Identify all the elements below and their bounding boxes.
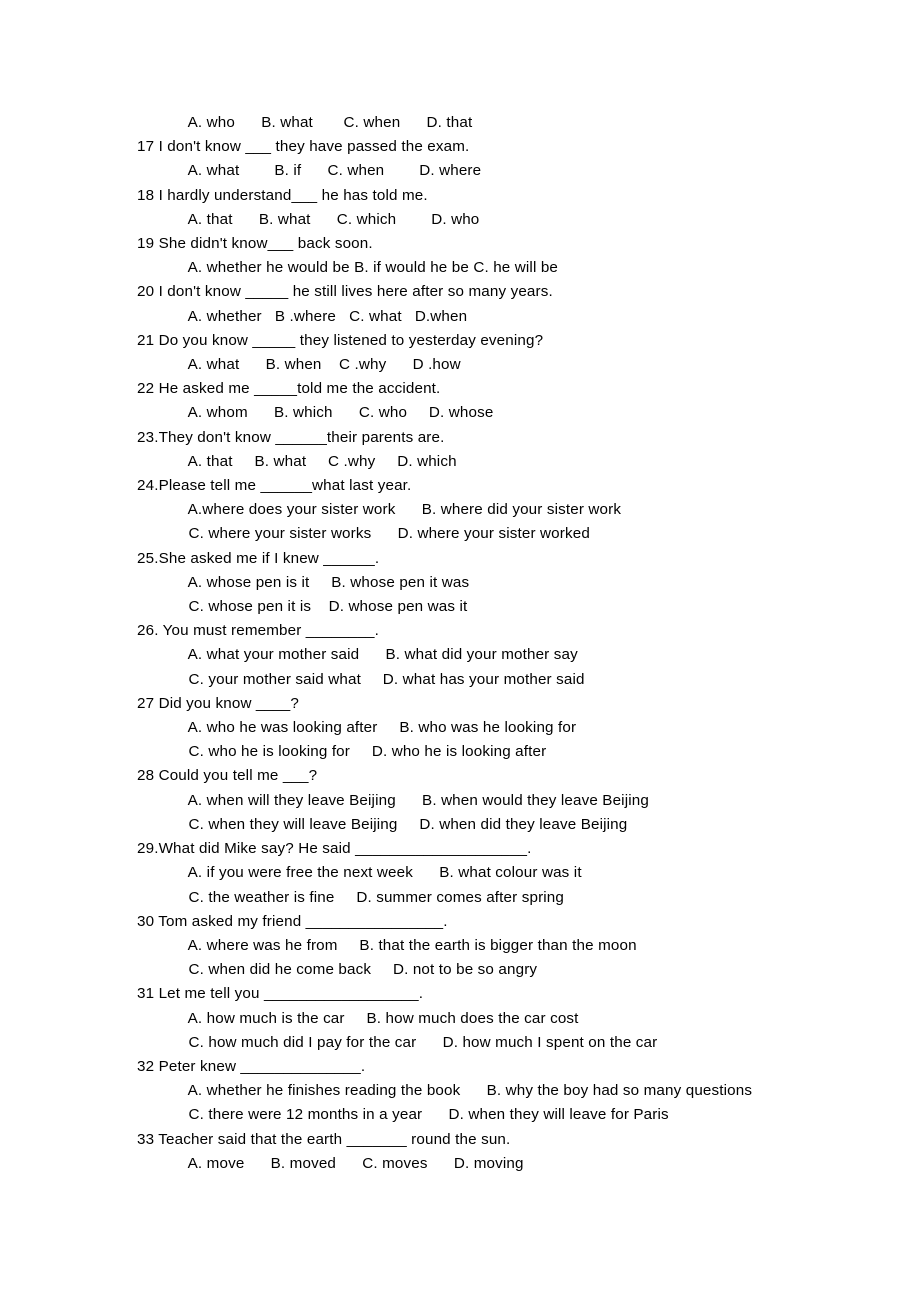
option-line: A. whose pen is it B. whose pen it was: [171, 573, 470, 591]
worksheet-text-block: A. who B. what C. when D. that 17 I don't…: [137, 111, 837, 1176]
option-line: C. how much did I pay for the car D. how…: [171, 1033, 658, 1051]
option-line: C. whose pen it is D. whose pen was it: [171, 598, 468, 616]
question-line: 31 Let me tell you __________________.: [137, 985, 424, 1003]
question-line: 17 I don't know ___ they have passed the…: [137, 138, 470, 156]
question-line: 18 I hardly understand___ he has told me…: [137, 186, 428, 204]
option-line: C. where your sister works D. where your…: [171, 525, 590, 543]
option-line: C. the weather is fine D. summer comes a…: [171, 888, 565, 906]
question-line: 27 Did you know ____?: [137, 694, 299, 712]
option-line: A. what B. when C .why D .how: [171, 356, 461, 374]
option-line: A.where does your sister work B. where d…: [171, 501, 622, 519]
option-line: A. when will they leave Beijing B. when …: [171, 791, 649, 809]
option-line: A. where was he from B. that the earth i…: [171, 936, 637, 954]
question-line: 19 She didn't know___ back soon.: [137, 235, 373, 253]
document-page: A. who B. what C. when D. that 17 I don't…: [0, 0, 920, 1302]
question-line: 26. You must remember ________.: [137, 622, 379, 640]
option-line: C. when did he come back D. not to be so…: [171, 961, 538, 979]
option-line: C. there were 12 months in a year D. whe…: [171, 1106, 669, 1124]
question-line: 29.What did Mike say? He said __________…: [137, 840, 532, 858]
question-line: 25.She asked me if I knew ______.: [137, 549, 380, 567]
option-line: A. who he was looking after B. who was h…: [171, 719, 577, 737]
option-line: C. who he is looking for D. who he is lo…: [171, 743, 547, 761]
option-line: A. who B. what C. when D. that: [171, 114, 473, 131]
option-line: C. when they will leave Beijing D. when …: [171, 815, 628, 833]
option-line: A. that B. what C. which D. who: [171, 210, 480, 228]
option-line: A. how much is the car B. how much does …: [171, 1009, 579, 1027]
question-line: 30 Tom asked my friend ________________.: [137, 912, 448, 930]
question-line: 32 Peter knew ______________.: [137, 1057, 366, 1075]
option-line: A. what B. if C. when D. where: [171, 162, 482, 180]
question-line: 24.Please tell me ______what last year.: [137, 477, 412, 495]
question-line: 22 He asked me _____told me the accident…: [137, 380, 441, 398]
option-line: A. whether he would be B. if would he be…: [171, 259, 559, 277]
question-line: 21 Do you know _____ they listened to ye…: [137, 331, 544, 349]
option-line: A. whether he finishes reading the book …: [171, 1082, 753, 1100]
option-line: A. that B. what C .why D. which: [171, 452, 457, 470]
option-line: A. whom B. which C. who D. whose: [171, 404, 494, 422]
option-line: A. what your mother said B. what did you…: [171, 646, 578, 664]
option-line: A. whether B .where C. what D.when: [171, 307, 468, 325]
question-line: 20 I don't know _____ he still lives her…: [137, 283, 553, 301]
question-line: 23.They don't know ______their parents a…: [137, 428, 445, 446]
question-line: 33 Teacher said that the earth _______ r…: [137, 1130, 511, 1148]
option-line: A. if you were free the next week B. wha…: [171, 864, 582, 882]
question-line: 28 Could you tell me ___?: [137, 767, 318, 785]
option-line: C. your mother said what D. what has you…: [171, 670, 585, 688]
option-line: A. move B. moved C. moves D. moving: [171, 1154, 524, 1172]
